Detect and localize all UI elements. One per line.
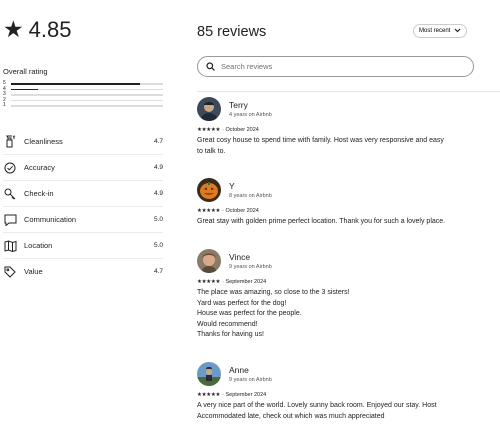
category-score: 5.0: [153, 216, 163, 223]
rating-bar-row: 1: [3, 103, 163, 109]
category-value: Value 4.7: [3, 258, 163, 284]
average-rating: 4.85: [28, 16, 72, 42]
search-input[interactable]: [221, 62, 473, 71]
reviewer-name: Anne: [229, 364, 249, 375]
chevron-down-icon: [454, 28, 461, 35]
review-item: Y 8 years on Airbnb ★★★★★ · October 2024…: [197, 178, 487, 228]
review-text-line: Yard was perfect for the dog!: [197, 299, 287, 307]
review-date: · September 2024: [222, 279, 267, 285]
avatar[interactable]: [197, 362, 221, 386]
check-circle-icon: [3, 161, 17, 175]
review-stars: ★★★★★: [197, 279, 221, 285]
reviewer-name: Y: [229, 180, 235, 191]
rating-bar-track: [11, 105, 163, 107]
rating-bar-track: [11, 99, 163, 101]
review-item: Anne 9 years on Airbnb ★★★★★ · September…: [197, 362, 487, 422]
key-icon: [3, 187, 17, 201]
category-score: 5.0: [153, 242, 163, 249]
review-text-line: The place was amazing, so close to the 3…: [197, 289, 350, 296]
category-score: 4.9: [153, 190, 163, 197]
rating-summary: ★ 4.85: [3, 18, 71, 41]
category-ratings: Cleanliness 4.7 Accuracy 4.9 Check-in 4.…: [3, 128, 163, 284]
sort-dropdown-button[interactable]: Most recent: [413, 24, 468, 38]
star-icon: ★: [3, 16, 24, 42]
rating-bar-track: [11, 83, 163, 85]
review-stars: ★★★★★: [197, 392, 221, 398]
category-name: Value: [24, 267, 43, 276]
review-text-line: A very nice part of the world. Lovely su…: [197, 402, 437, 409]
spray-bottle-icon: [3, 134, 17, 148]
category-cleanliness: Cleanliness 4.7: [3, 128, 163, 154]
review-stars: ★★★★★: [197, 208, 221, 214]
review-text-line: to talk to.: [197, 147, 226, 155]
review-date: · September 2024: [222, 392, 267, 398]
avatar[interactable]: [197, 249, 221, 273]
map-icon: [3, 239, 17, 253]
review-text: Great stay with golden prime perfect loc…: [197, 217, 487, 228]
avatar[interactable]: [197, 178, 221, 202]
rating-bar-fill: [11, 88, 39, 90]
overall-rating-label: Overall rating: [3, 67, 48, 76]
category-location: Location 5.0: [3, 232, 163, 258]
review-stars: ★★★★★: [197, 127, 221, 133]
category-name: Location: [24, 241, 53, 250]
review-text: The place was amazing, so close to the 3…: [197, 288, 487, 341]
review-item: Terry 4 years on Airbnb ★★★★★ · October …: [197, 97, 487, 157]
category-score: 4.9: [153, 164, 163, 171]
category-check-in: Check-in 4.9: [3, 180, 163, 206]
sort-label: Most recent: [419, 28, 451, 34]
review-date: · October 2024: [222, 208, 259, 214]
rating-bar-label: 1: [3, 102, 6, 109]
review-text: A very nice part of the world. Lovely su…: [197, 401, 487, 422]
reviews-count-title: 85 reviews: [197, 24, 267, 40]
category-communication: Communication 5.0: [3, 206, 163, 232]
review-item: Vince 9 years on Airbnb ★★★★★ · Septembe…: [197, 249, 487, 341]
category-name: Accuracy: [24, 163, 55, 172]
category-name: Check-in: [24, 189, 54, 198]
rating-bar-fill: [11, 83, 141, 85]
divider: [197, 91, 500, 92]
reviewer-tenure: 4 years on Airbnb: [229, 111, 272, 118]
category-score: 4.7: [153, 268, 163, 275]
search-icon: [206, 58, 215, 76]
review-text-line: Would recommend!: [197, 320, 258, 328]
category-score: 4.7: [153, 137, 163, 145]
tag-icon: [3, 265, 17, 279]
search-reviews-bar[interactable]: [197, 56, 474, 77]
reviewer-name: Vince: [229, 251, 251, 262]
review-text-line: House was perfect for the people.: [197, 310, 302, 317]
rating-bar-track: [11, 94, 163, 96]
reviewer-tenure: 8 years on Airbnb: [229, 192, 272, 199]
rating-bar-track: [11, 88, 163, 90]
review-text-line: Thanks for having us!: [197, 331, 264, 338]
avatar[interactable]: [197, 97, 221, 121]
reviewer-name: Terry: [229, 99, 248, 110]
review-text: Great cosy house to spend time with fami…: [197, 136, 487, 157]
category-name: Communication: [24, 215, 77, 224]
chat-bubble-icon: [3, 213, 17, 227]
category-accuracy: Accuracy 4.9: [3, 154, 163, 180]
category-name: Cleanliness: [24, 136, 63, 146]
reviewer-tenure: 9 years on Airbnb: [229, 263, 272, 270]
review-text-line: Great cosy house to spend time with fami…: [197, 137, 444, 144]
review-date: · October 2024: [222, 127, 259, 133]
review-text-line: Great stay with golden prime perfect loc…: [197, 218, 446, 225]
reviewer-tenure: 9 years on Airbnb: [229, 376, 272, 383]
review-text-line: Accommodated late, check out which was m…: [197, 412, 385, 420]
rating-distribution: 5 4 3 2 1: [3, 81, 163, 109]
